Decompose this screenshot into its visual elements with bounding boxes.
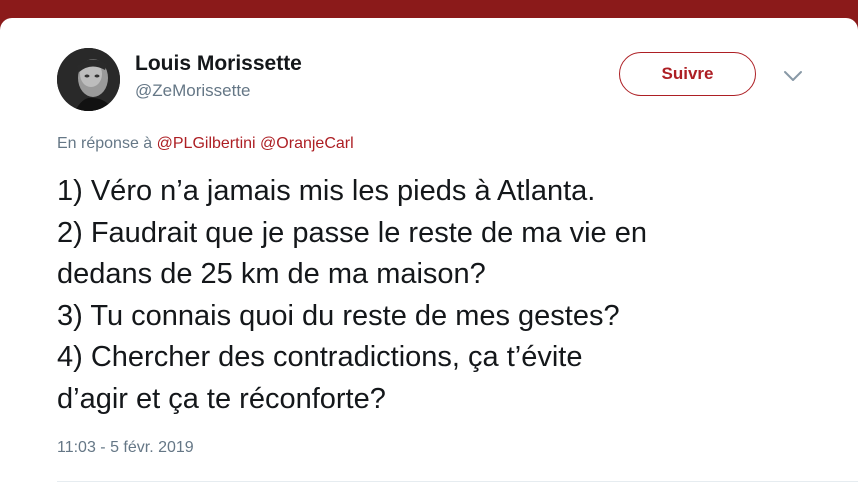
tweet-line: d’agir et ça te réconforte? (57, 382, 386, 415)
author-handle[interactable]: @ZeMorissette (135, 81, 251, 101)
tweet-line: 2) Faudrait que je passe le reste de ma … (57, 216, 647, 249)
tweet-timestamp[interactable]: 11:03 - 5 févr. 2019 (57, 439, 194, 457)
mention-link[interactable]: @OranjeCarl (260, 135, 354, 152)
chevron-down-icon[interactable] (782, 68, 804, 84)
divider (57, 481, 858, 482)
author-name[interactable]: Louis Morissette (135, 52, 302, 76)
tweet-text: 1) Véro n’a jamais mis les pieds à Atlan… (57, 171, 817, 420)
avatar-photo (57, 48, 120, 111)
reply-prefix: En réponse à (57, 135, 153, 152)
tweet-line: 3) Tu connais quoi du reste de mes geste… (57, 299, 620, 332)
follow-button[interactable]: Suivre (619, 52, 756, 96)
tweet-line: 1) Véro n’a jamais mis les pieds à Atlan… (57, 175, 596, 207)
tweet-line: 4) Chercher des contradictions, ça t’évi… (57, 341, 583, 373)
avatar[interactable] (57, 48, 120, 111)
tweet-card: Louis Morissette @ZeMorissette Suivre En… (0, 18, 858, 484)
mention-link[interactable]: @PLGilbertini (157, 135, 256, 152)
tweet-line: dedans de 25 km de ma maison? (57, 258, 486, 290)
reply-context: En réponse à @PLGilbertini @OranjeCarl (57, 135, 354, 153)
